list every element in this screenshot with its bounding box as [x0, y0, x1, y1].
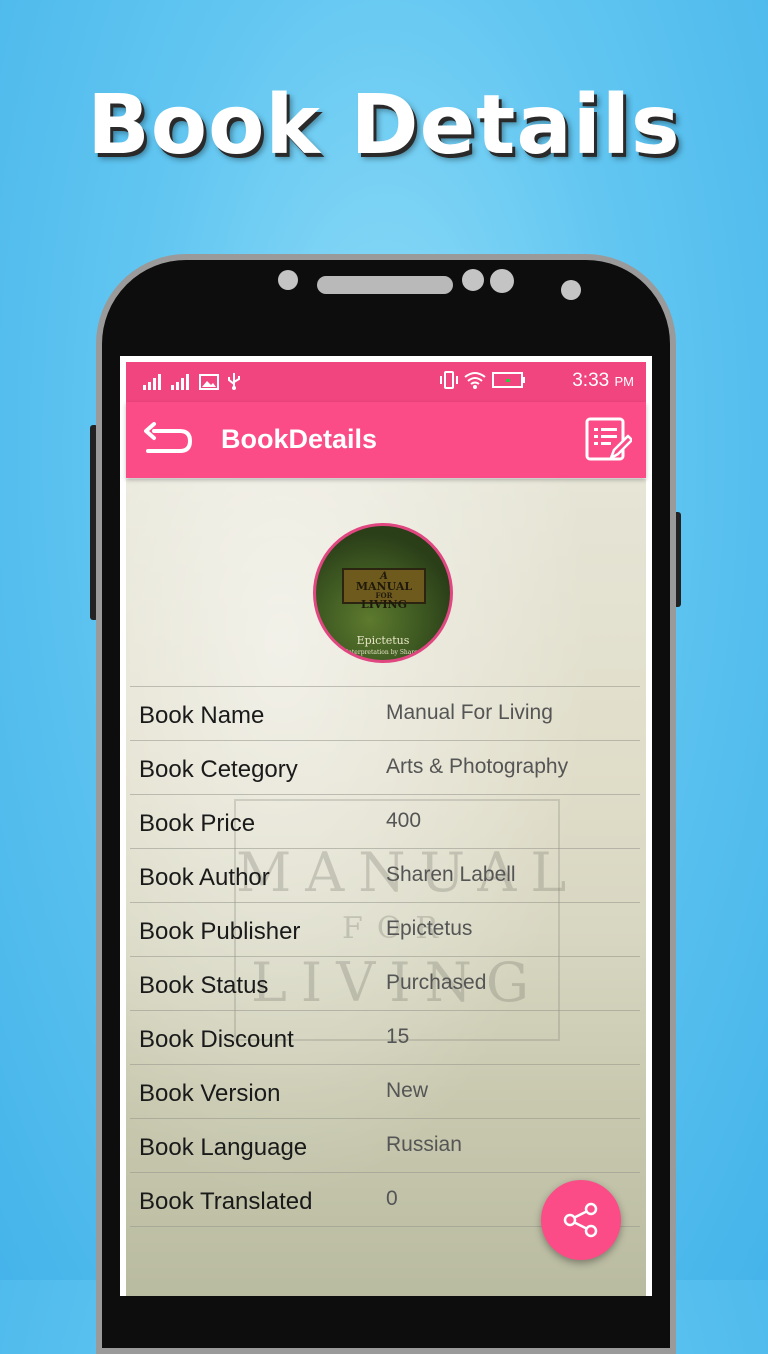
detail-row: Book Price 400 — [130, 794, 640, 848]
detail-label: Book Author — [139, 864, 270, 891]
front-camera-dot — [462, 269, 484, 291]
detail-label: Book Discount — [139, 1026, 294, 1053]
detail-row: Book Discount 15 — [130, 1010, 640, 1064]
detail-value: Manual For Living — [386, 701, 553, 724]
cover-subtitle: A New Interpretation by Sharon Lebell — [323, 649, 443, 656]
cover-title-plate: A MANUAL FOR LIVING — [342, 568, 426, 610]
detail-row: Book Publisher Epictetus — [130, 902, 640, 956]
phone-speaker — [317, 276, 453, 294]
detail-value: 400 — [386, 809, 422, 832]
cover-title-living: LIVING — [360, 598, 407, 611]
detail-value: 15 — [386, 1025, 410, 1048]
front-camera-dot-2 — [490, 269, 514, 293]
status-time: 3:33 PM — [572, 370, 634, 392]
book-details-table: Book Name Manual For Living Book Cetegory… — [130, 686, 640, 1227]
detail-row: Book Author Sharen Labell — [130, 848, 640, 902]
detail-value: Russian — [386, 1133, 462, 1156]
detail-value: New — [386, 1079, 429, 1102]
detail-label: Book Language — [139, 1134, 308, 1161]
detail-row: Book Language Russian — [130, 1118, 640, 1172]
detail-row: Book Status Purchased — [130, 956, 640, 1010]
image-icon — [198, 374, 225, 394]
status-time-ampm: PM — [614, 374, 635, 389]
cover-author: Epictetus — [356, 634, 410, 647]
app-bar: BookDetails — [126, 402, 646, 478]
detail-label: Book Cetegory — [139, 756, 298, 783]
detail-label: Book Name — [139, 702, 265, 729]
detail-label: Book Translated — [139, 1188, 313, 1215]
detail-value: Arts & Photography — [386, 755, 569, 778]
status-icons-left — [142, 372, 243, 395]
status-time-value: 3:33 — [572, 370, 610, 391]
phone-screen: MANUAL FOR LIVING 3:33 PM BookDetails A … — [120, 356, 652, 1296]
app-bar-title: BookDetails — [221, 424, 378, 454]
detail-value: Purchased — [386, 971, 487, 994]
detail-row: Book Name Manual For Living — [130, 686, 640, 740]
detail-label: Book Price — [139, 810, 256, 837]
battery-icon — [492, 372, 526, 393]
status-icons-right — [439, 371, 526, 394]
vibrate-icon — [439, 371, 464, 393]
detail-value: Sharen Labell — [386, 863, 516, 886]
proximity-sensor-dot — [561, 280, 581, 300]
detail-label: Book Status — [139, 972, 269, 999]
signal-2-icon — [170, 374, 198, 394]
book-cover-avatar: A MANUAL FOR LIVING Epictetus A New Inte… — [313, 523, 453, 663]
detail-value: 0 — [386, 1187, 398, 1210]
promo-headline: Book Details — [87, 78, 681, 173]
wifi-icon — [463, 372, 492, 393]
status-bar: 3:33 PM — [126, 362, 646, 402]
detail-value: Epictetus — [386, 917, 473, 940]
share-icon — [563, 1202, 598, 1238]
detail-row: Book Cetegory Arts & Photography — [130, 740, 640, 794]
detail-row: Book Version New — [130, 1064, 640, 1118]
detail-label: Book Publisher — [139, 918, 301, 945]
usb-icon — [225, 373, 243, 394]
share-button[interactable] — [541, 1180, 621, 1260]
front-sensor-dot — [278, 270, 298, 290]
notes-edit-icon[interactable] — [584, 416, 634, 464]
back-arrow-icon[interactable] — [140, 422, 196, 458]
detail-label: Book Version — [139, 1080, 281, 1107]
signal-1-icon — [142, 374, 170, 394]
